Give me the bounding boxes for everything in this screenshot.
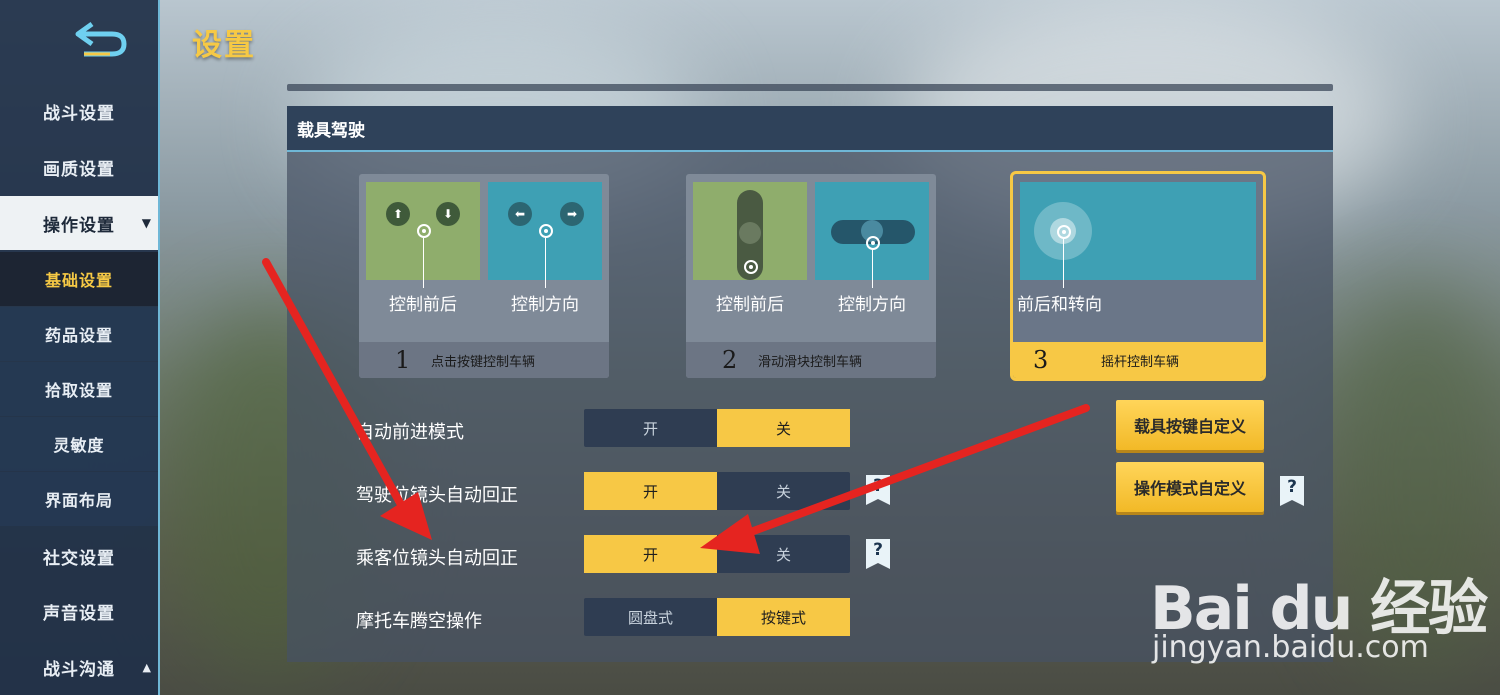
- toggle-off[interactable]: 关: [717, 535, 850, 573]
- back-button[interactable]: [70, 16, 130, 60]
- mode-3-footer: 3 摇杆控制车辆: [1013, 342, 1263, 378]
- toggle-on[interactable]: 开: [584, 409, 717, 447]
- mode-1-thumb-left: ⬆ ⬇: [366, 182, 480, 288]
- mode-3-thumb: [1020, 182, 1256, 288]
- arrow-left-icon: ⬅: [508, 202, 532, 226]
- driver-camera-toggle[interactable]: 开 关: [584, 472, 850, 510]
- caret-down-icon: ▼: [141, 216, 152, 230]
- toggle-dial[interactable]: 圆盘式: [584, 598, 717, 636]
- mode-2-footer: 2 滑动滑块控制车辆: [686, 342, 936, 378]
- mode-number: 3: [1033, 346, 1049, 374]
- mode-title: 点击按键控制车辆: [431, 354, 536, 370]
- caret-up-icon: ▲: [142, 660, 152, 674]
- sidebar-item-label: 战斗沟通: [43, 659, 115, 680]
- sidebar-item-sound[interactable]: 声音设置: [0, 584, 158, 638]
- pointer-line: [1063, 239, 1064, 288]
- mode-title: 摇杆控制车辆: [1101, 354, 1180, 370]
- mode-number: 2: [722, 346, 738, 374]
- operation-mode-custom-button[interactable]: 操作模式自定义: [1116, 462, 1264, 512]
- pointer-dot-icon: [744, 260, 758, 274]
- sidebar-item-controls[interactable]: 操作设置 ▼: [0, 196, 158, 250]
- motorcycle-air-label: 摩托车腾空操作: [356, 611, 482, 632]
- mode-card-3[interactable]: 前后和转向 3 摇杆控制车辆: [1010, 171, 1266, 381]
- vehicle-keys-custom-button[interactable]: 载具按键自定义: [1116, 400, 1264, 450]
- sidebar-item-label: 灵敏度: [53, 436, 105, 455]
- sidebar-item-social[interactable]: 社交设置: [0, 529, 158, 583]
- pointer-line: [872, 250, 873, 288]
- sidebar-item-label: 声音设置: [43, 603, 115, 624]
- mode-number: 1: [395, 346, 411, 374]
- sidebar-item-label: 拾取设置: [44, 381, 113, 400]
- sidebar-item-battle[interactable]: 战斗设置: [0, 84, 158, 138]
- sidebar-item-medicine[interactable]: 药品设置: [0, 307, 158, 361]
- sidebar-item-label: 画质设置: [43, 159, 115, 180]
- sidebar-item-pickup[interactable]: 拾取设置: [0, 362, 158, 416]
- arrow-up-icon: ⬆: [386, 202, 410, 226]
- auto-forward-toggle[interactable]: 开 关: [584, 409, 850, 447]
- mode-1-thumb-right: ⬅ ➡: [488, 182, 602, 288]
- pointer-line: [423, 238, 424, 288]
- toggle-buttons[interactable]: 按键式: [717, 598, 850, 636]
- mode-card-1[interactable]: ⬆ ⬇ ⬅ ➡ 控制前后 控制方向 1 点击按键控制车辆: [359, 174, 609, 378]
- page-title: 设置: [192, 28, 256, 63]
- mode-card-2[interactable]: 控制前后 控制方向 2 滑动滑块控制车辆: [686, 174, 936, 378]
- pointer-dot-icon: [539, 224, 553, 238]
- sidebar-item-comm[interactable]: 战斗沟通 ▲: [0, 640, 158, 694]
- sidebar-item-basic[interactable]: 基础设置: [0, 252, 158, 306]
- passenger-camera-toggle[interactable]: 开 关: [584, 535, 850, 573]
- mode-title: 滑动滑块控制车辆: [758, 354, 863, 370]
- back-arrow-icon: [75, 21, 127, 57]
- slider-knob: [739, 222, 761, 244]
- mode-1-right-label: 控制方向: [511, 295, 579, 315]
- mode-3-label: 前后和转向: [1017, 295, 1102, 315]
- pointer-dot-icon: [1057, 225, 1071, 239]
- arrow-right-icon: ➡: [560, 202, 584, 226]
- sidebar-item-label: 界面布局: [44, 491, 113, 510]
- motorcycle-air-toggle[interactable]: 圆盘式 按键式: [584, 598, 850, 636]
- sidebar-item-label: 基础设置: [44, 271, 113, 290]
- pointer-line: [545, 238, 546, 288]
- toggle-off[interactable]: 关: [717, 409, 850, 447]
- sidebar-item-label: 战斗设置: [43, 103, 115, 124]
- sidebar-item-label: 社交设置: [43, 548, 115, 569]
- toggle-on[interactable]: 开: [584, 535, 717, 573]
- sidebar-item-graphics[interactable]: 画质设置: [0, 140, 158, 194]
- arrow-down-icon: ⬇: [436, 202, 460, 226]
- pointer-dot-icon: [866, 236, 880, 250]
- passenger-camera-label: 乘客位镜头自动回正: [356, 548, 518, 569]
- sidebar-item-layout[interactable]: 界面布局: [0, 472, 158, 526]
- mode-2-left-label: 控制前后: [716, 295, 784, 315]
- mode-2-right-label: 控制方向: [838, 295, 906, 315]
- panel-title: 载具驾驶: [287, 106, 1333, 152]
- pointer-dot-icon: [417, 224, 431, 238]
- sidebar-item-label: 操作设置: [43, 215, 115, 236]
- auto-forward-label: 自动前进模式: [356, 422, 464, 443]
- top-divider: [287, 84, 1333, 91]
- sidebar-item-sensitivity[interactable]: 灵敏度: [0, 417, 158, 471]
- toggle-off[interactable]: 关: [717, 472, 850, 510]
- watermark-url: jingyan.baidu.com: [1152, 630, 1429, 665]
- sidebar-item-label: 药品设置: [44, 326, 113, 345]
- driver-camera-label: 驾驶位镜头自动回正: [356, 485, 518, 506]
- mode-1-left-label: 控制前后: [389, 295, 457, 315]
- toggle-on[interactable]: 开: [584, 472, 717, 510]
- sidebar: 战斗设置 画质设置 操作设置 ▼ 基础设置 药品设置 拾取设置 灵敏度 界面布局 …: [0, 0, 160, 695]
- mode-2-thumb-left: [693, 182, 807, 280]
- mode-2-thumb-right: [815, 182, 929, 288]
- mode-1-footer: 1 点击按键控制车辆: [359, 342, 609, 378]
